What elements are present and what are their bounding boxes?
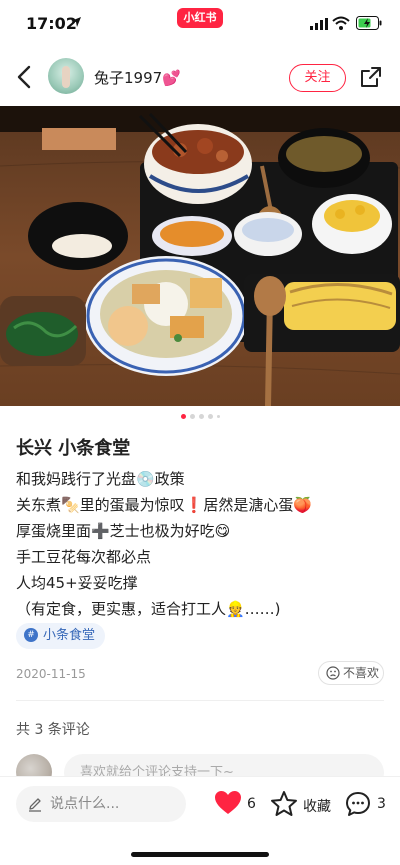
comment-count: 3 (377, 796, 386, 812)
carousel-indicator (0, 414, 400, 420)
follow-button[interactable]: 关注 (289, 64, 346, 92)
section-divider (16, 700, 384, 701)
like-count: 6 (247, 796, 256, 812)
topic-tag[interactable]: # 小条食堂 (16, 623, 106, 649)
share-icon[interactable] (360, 66, 382, 88)
battery-charging-icon (356, 16, 382, 30)
star-icon (271, 791, 297, 816)
carousel-dot (180, 414, 186, 419)
comment-bubble-icon (346, 792, 370, 816)
note-date: 2020-11-15 (16, 667, 86, 681)
note-body: 和我妈践行了光盘💿政策 关东煮🍢里的蛋最为惊叹❗️居然是溏心蛋🍑 厚蛋烧里面➕芝… (16, 466, 386, 622)
note-line: （有定食，更实惠，适合打工人👷……) (16, 600, 281, 618)
location-arrow-icon (71, 17, 81, 27)
food-photo-illustration (0, 106, 400, 406)
status-bar: 17:02 小红书 (0, 0, 400, 48)
collect-label: 收藏 (303, 799, 331, 815)
carousel-dot (198, 414, 204, 419)
cellular-signal-icon (310, 18, 328, 30)
dislike-label: 不喜欢 (343, 666, 380, 680)
say-something-input[interactable]: 说点什么... (16, 786, 186, 822)
note-line: 手工豆花每次都必点 (16, 548, 152, 566)
heart-icon (215, 791, 241, 814)
say-something-placeholder: 说点什么... (50, 796, 120, 812)
note-line: 和我妈践行了光盘💿政策 (16, 470, 185, 488)
bottom-action-bar: 说点什么... 6 收藏 3 (0, 776, 400, 865)
note-header: 兔子1997💕 关注 (0, 48, 400, 106)
collect-button[interactable]: 收藏 (270, 790, 340, 818)
topic-tag-label: 小条食堂 (43, 628, 96, 643)
note-title: 长兴 小条食堂 (16, 438, 131, 459)
pen-icon (29, 798, 41, 812)
app-badge: 小红书 (177, 8, 223, 28)
note-line: 厚蛋烧里面➕芝士也极为好吃😋 (16, 522, 231, 540)
sad-face-icon (326, 666, 340, 680)
wifi-icon (332, 16, 350, 30)
note-photo[interactable] (0, 106, 400, 406)
dislike-button[interactable]: 不喜欢 (318, 661, 384, 685)
author-avatar[interactable] (48, 58, 84, 94)
author-name[interactable]: 兔子1997💕 (94, 67, 181, 88)
back-icon[interactable] (14, 64, 36, 90)
carousel-dot (189, 414, 195, 419)
home-indicator[interactable] (131, 852, 269, 857)
comment-count-label: 共 3 条评论 (16, 722, 90, 738)
carousel-dot (216, 415, 220, 418)
note-line: 人均45+妥妥吃撑 (16, 574, 138, 592)
comment-button[interactable]: 3 (344, 790, 388, 818)
hashtag-icon: # (24, 627, 38, 642)
note-line: 关东煮🍢里的蛋最为惊叹❗️居然是溏心蛋🍑 (16, 496, 313, 514)
carousel-dot (207, 414, 213, 419)
